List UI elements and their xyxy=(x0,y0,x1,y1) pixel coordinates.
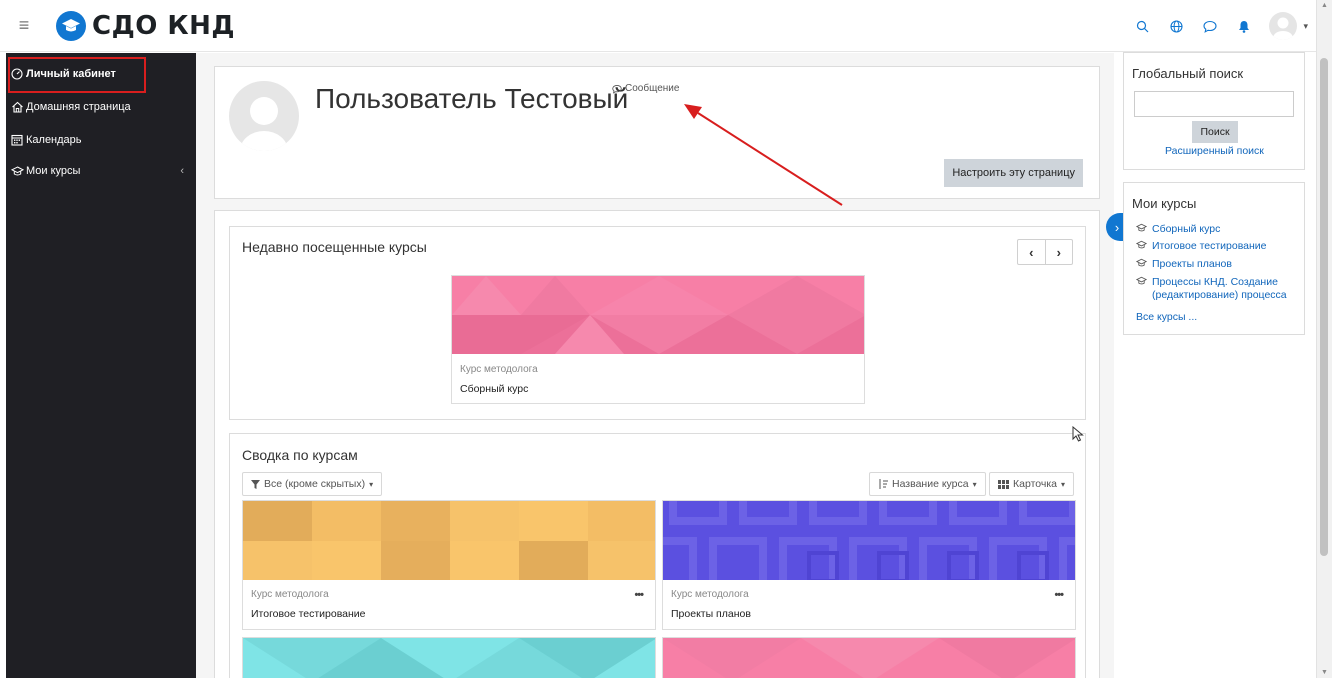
top-navbar: ≡ СДО КНД ▾ xyxy=(0,0,1316,52)
filter-icon xyxy=(251,479,260,489)
search-button[interactable]: Поиск xyxy=(1192,121,1238,143)
chevron-down-icon: ▾ xyxy=(369,479,374,489)
sidebar-item-my-courses[interactable]: Мои курсы ‹ xyxy=(6,156,196,186)
mouse-cursor-icon xyxy=(1072,425,1084,445)
course-image xyxy=(452,276,864,354)
message-link-label: Сообщение xyxy=(625,83,680,94)
course-card[interactable]: Курс методолога ••• Итоговое тестировани… xyxy=(242,500,656,630)
my-course-link[interactable]: Проекты планов xyxy=(1136,258,1304,271)
sidebar-item-label: Личный кабинет xyxy=(26,68,116,80)
sidebar-item-home[interactable]: Домашняя страница xyxy=(6,92,196,122)
course-category: Курс методолога xyxy=(460,364,538,375)
course-card[interactable] xyxy=(662,637,1076,678)
course-card[interactable]: Курс методолога Сборный курс xyxy=(451,275,865,404)
global-search-block: Глобальный поиск Поиск Расширенный поиск xyxy=(1123,52,1305,170)
advanced-search-link[interactable]: Расширенный поиск xyxy=(1165,145,1264,157)
sort-icon xyxy=(879,479,888,489)
chevron-left-icon[interactable]: ‹ xyxy=(1018,240,1046,264)
sidebar-item-dashboard[interactable]: Личный кабинет xyxy=(6,59,196,89)
page-title: Пользователь Тестовый xyxy=(315,83,629,114)
scroll-thumb[interactable] xyxy=(1320,58,1328,556)
site-brand[interactable]: СДО КНД xyxy=(56,10,236,41)
more-options-icon[interactable]: ••• xyxy=(634,589,644,601)
menu-icon[interactable]: ≡ xyxy=(6,0,42,52)
chevron-down-icon[interactable]: ▾ xyxy=(1303,21,1308,32)
chat-bubble-icon xyxy=(612,84,622,94)
chevron-left-icon[interactable]: ‹ xyxy=(180,165,184,177)
sidebar-item-label: Мои курсы xyxy=(26,165,81,177)
profile-header: Пользователь Тестовый Сообщение Настроит… xyxy=(214,66,1100,199)
graduation-cap-icon xyxy=(1136,276,1147,285)
message-link[interactable]: Сообщение xyxy=(612,83,679,94)
user-avatar-icon xyxy=(229,81,299,151)
course-image xyxy=(663,638,1075,678)
course-image xyxy=(243,501,655,580)
globe-icon[interactable] xyxy=(1167,17,1185,35)
sort-label: Название курса xyxy=(892,478,969,490)
dashboard-icon xyxy=(10,67,24,81)
more-options-icon[interactable]: ••• xyxy=(1054,589,1064,601)
block-title: Глобальный поиск xyxy=(1132,66,1244,81)
course-name[interactable]: Проекты планов xyxy=(671,608,751,620)
scroll-up-arrow[interactable]: ▲ xyxy=(1321,2,1328,9)
nav-drawer: Личный кабинет Домашняя страница Календа… xyxy=(6,53,196,678)
navbar-actions: ▾ xyxy=(1133,0,1308,52)
graduation-cap-icon xyxy=(10,164,24,178)
calendar-icon xyxy=(10,133,24,147)
search-icon[interactable] xyxy=(1133,17,1151,35)
chevron-right-icon[interactable]: › xyxy=(1046,240,1073,264)
view-dropdown[interactable]: Карточка ▾ xyxy=(989,472,1075,496)
block-title: Мои курсы xyxy=(1132,196,1197,211)
view-label: Карточка xyxy=(1013,478,1057,490)
course-image xyxy=(243,638,655,678)
graduation-cap-icon xyxy=(1136,223,1147,232)
course-category: Курс методолога xyxy=(251,589,329,600)
filter-dropdown[interactable]: Все (кроме скрытых) ▾ xyxy=(242,472,383,496)
chat-bubble-icon[interactable] xyxy=(1201,17,1219,35)
all-courses-link[interactable]: Все курсы ... xyxy=(1136,311,1288,324)
bell-icon[interactable] xyxy=(1235,17,1253,35)
course-card[interactable] xyxy=(242,637,656,678)
my-course-link[interactable]: Процессы КНД. Создание (редактирование) … xyxy=(1136,276,1304,302)
sort-dropdown[interactable]: Название курса ▾ xyxy=(869,472,986,496)
sidebar-item-label: Календарь xyxy=(26,134,82,146)
course-category: Курс методолога xyxy=(671,589,749,600)
scroll-down-arrow[interactable]: ▼ xyxy=(1321,669,1328,676)
course-image xyxy=(663,501,1075,580)
recent-courses-block: Недавно посещенные курсы ‹ › Курс методо… xyxy=(229,226,1086,420)
filter-label: Все (кроме скрытых) xyxy=(264,478,366,490)
my-courses-block: Мои курсы Сборный курс Итоговое тестиров… xyxy=(1123,182,1305,335)
block-title: Сводка по курсам xyxy=(242,447,358,463)
my-course-link[interactable]: Итоговое тестирование xyxy=(1136,240,1304,253)
user-avatar-icon[interactable] xyxy=(1269,12,1298,40)
grid-icon xyxy=(998,479,1009,489)
page-scrollbar[interactable]: ▲ ▼ xyxy=(1316,0,1332,678)
chevron-down-icon: ▾ xyxy=(972,479,977,489)
course-card[interactable]: Курс методолога ••• Проекты планов xyxy=(662,500,1076,630)
site-name: СДО КНД xyxy=(92,10,236,41)
course-name[interactable]: Итоговое тестирование xyxy=(251,608,366,620)
customize-page-button[interactable]: Настроить эту страницу xyxy=(944,159,1083,187)
graduation-cap-icon xyxy=(56,10,86,41)
course-name[interactable]: Сборный курс xyxy=(460,383,528,395)
graduation-cap-icon xyxy=(1136,258,1147,267)
sidebar-item-label: Домашняя страница xyxy=(26,101,131,113)
block-title: Недавно посещенные курсы xyxy=(242,239,427,255)
home-icon xyxy=(10,100,24,114)
my-course-link[interactable]: Сборный курс xyxy=(1136,223,1304,236)
carousel-nav: ‹ › xyxy=(1017,239,1073,265)
sidebar-item-calendar[interactable]: Календарь xyxy=(6,125,196,155)
chevron-down-icon: ▾ xyxy=(1061,479,1066,489)
search-input[interactable] xyxy=(1134,91,1294,117)
course-overview-block: Сводка по курсам Все (кроме скрытых) ▾ Н… xyxy=(229,433,1086,678)
graduation-cap-icon xyxy=(1136,240,1147,249)
